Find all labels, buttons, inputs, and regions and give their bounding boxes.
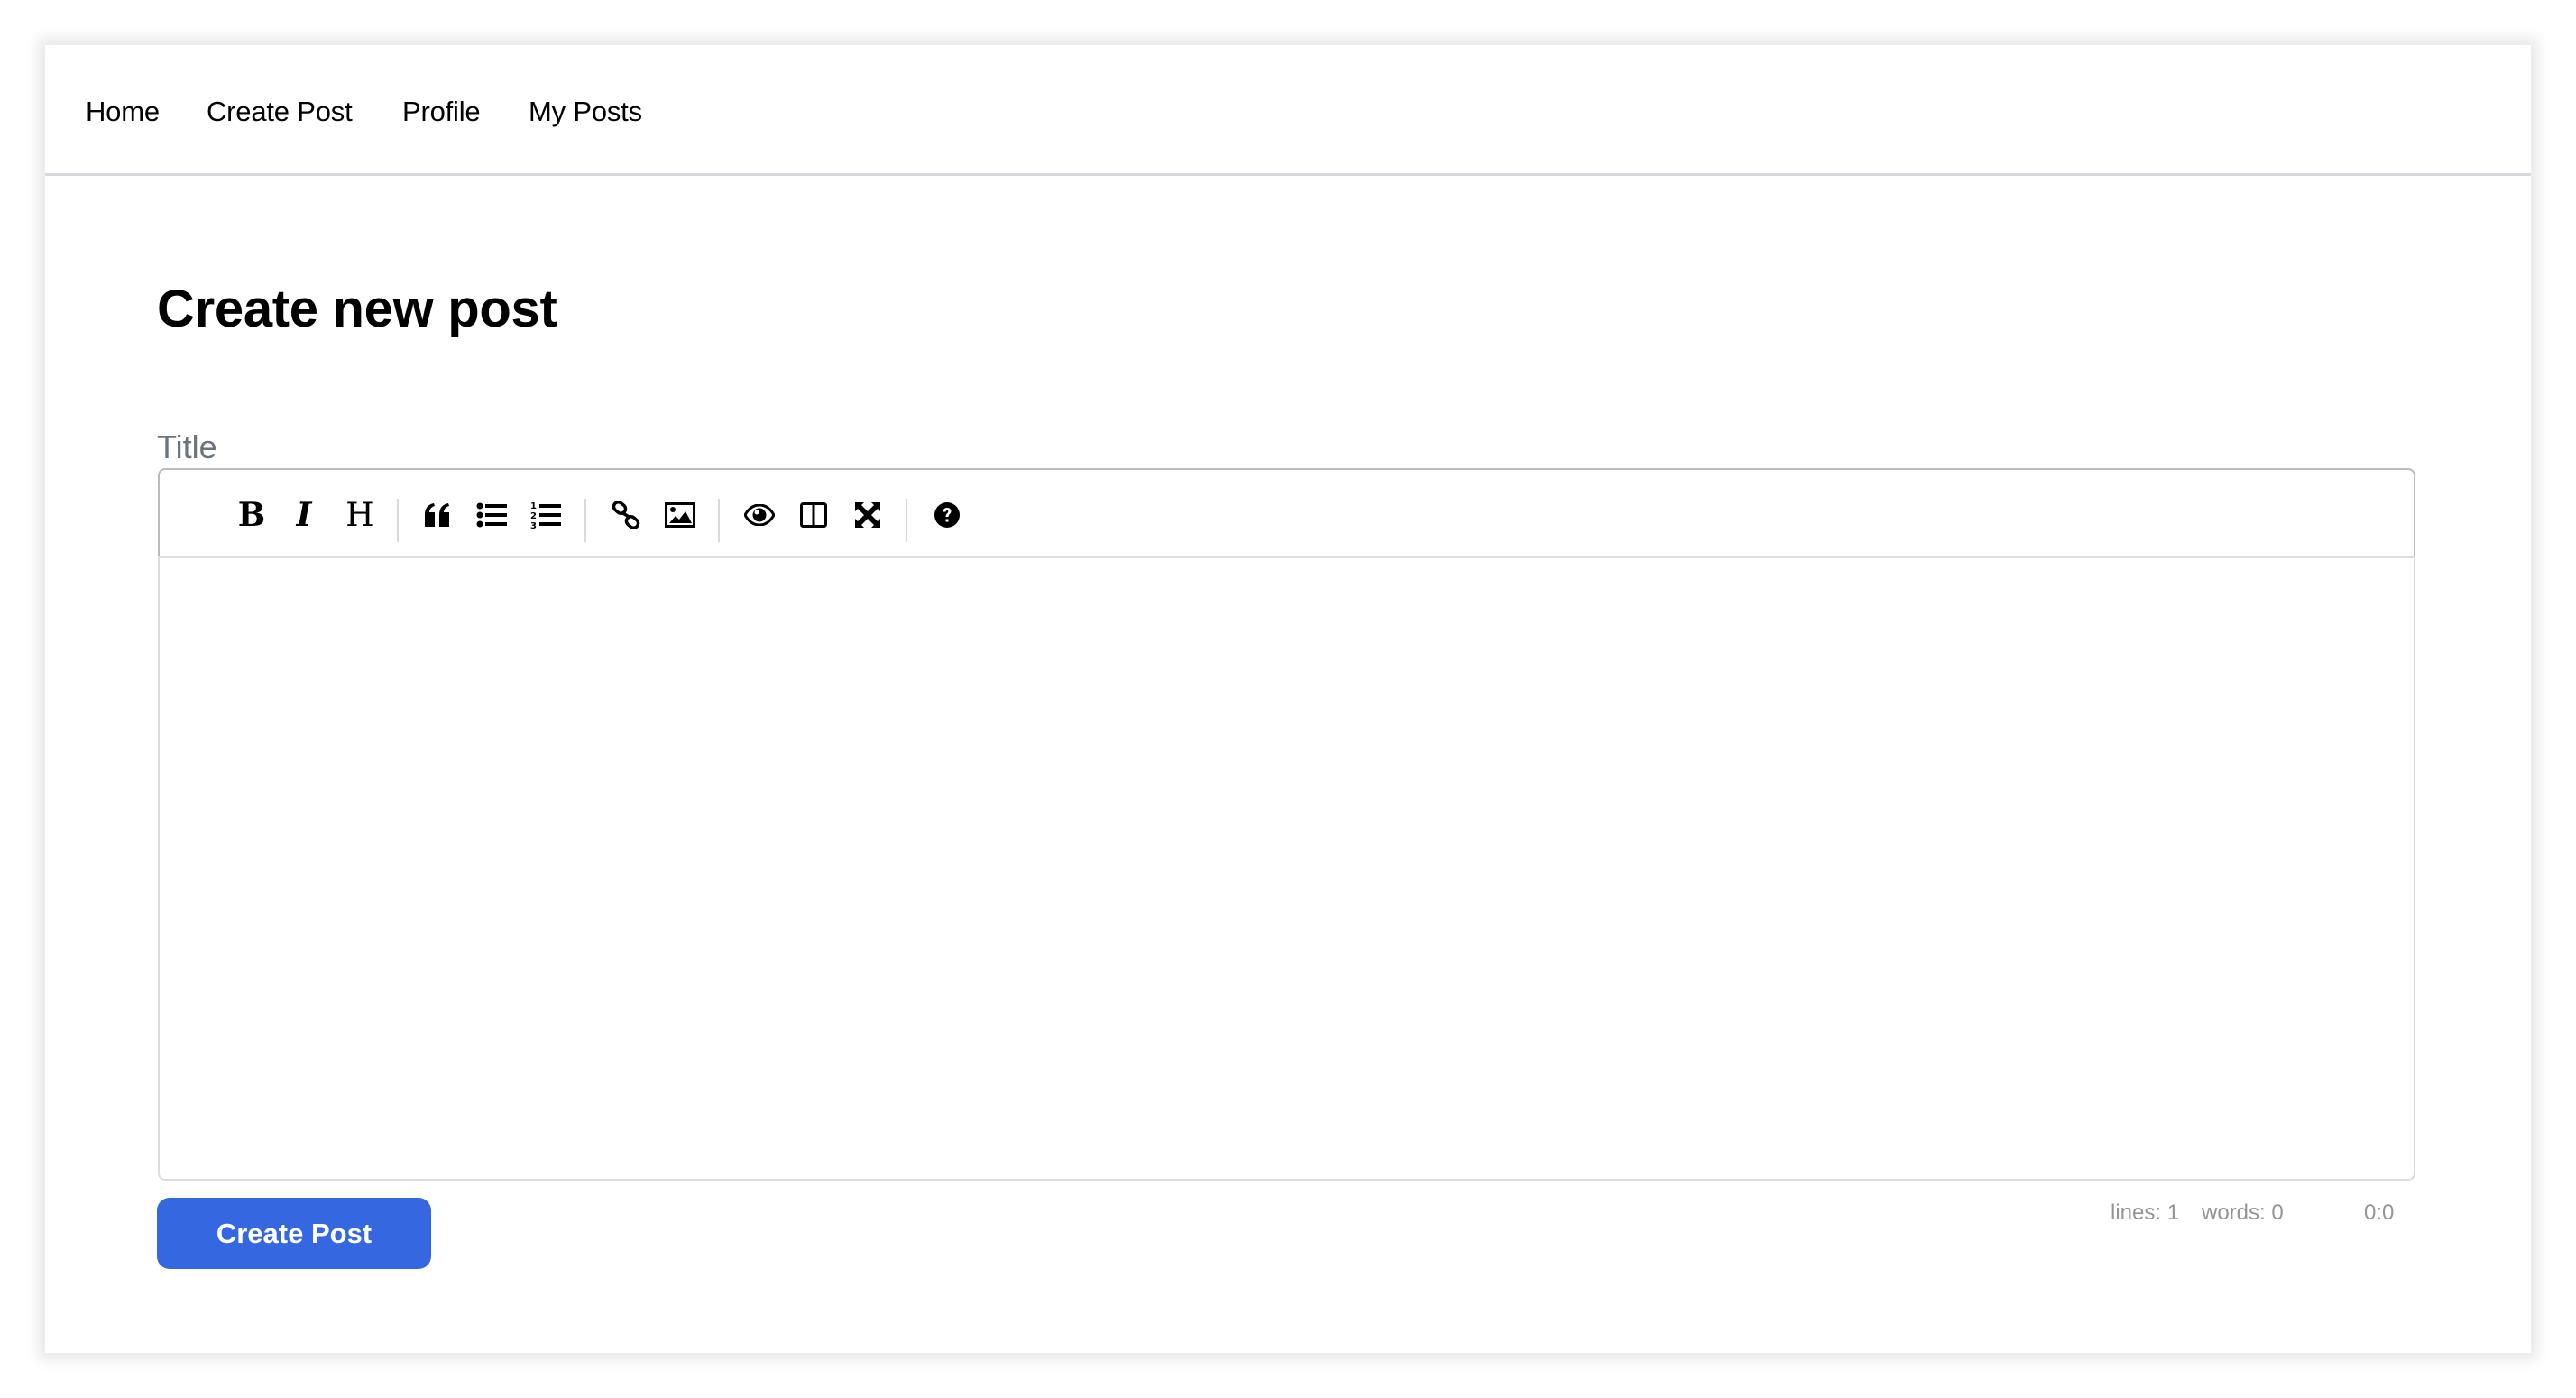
heading-button[interactable]: H bbox=[340, 495, 380, 535]
editor-textarea[interactable] bbox=[158, 556, 2415, 1181]
image-icon bbox=[665, 502, 695, 528]
heading-icon: H bbox=[345, 496, 374, 534]
nav-link-home[interactable]: Home bbox=[86, 96, 160, 128]
bold-icon: B bbox=[237, 496, 266, 534]
link-icon bbox=[612, 501, 640, 529]
link-button[interactable] bbox=[606, 495, 646, 535]
columns-icon bbox=[800, 502, 827, 528]
fullscreen-icon bbox=[855, 502, 880, 528]
nav-link-profile[interactable]: Profile bbox=[402, 96, 481, 128]
side-by-side-button[interactable] bbox=[794, 495, 833, 535]
nav-link-create-post[interactable]: Create Post bbox=[207, 96, 353, 128]
status-cursor: 0:0 bbox=[2364, 1200, 2395, 1225]
page-title: Create new post bbox=[157, 280, 557, 338]
fullscreen-button[interactable] bbox=[848, 495, 888, 535]
ordered-list-button[interactable]: 1 2 3 bbox=[526, 495, 566, 535]
image-button[interactable] bbox=[660, 495, 700, 535]
italic-icon: I bbox=[296, 496, 312, 534]
quote-icon bbox=[425, 503, 449, 527]
nav-link-my-posts[interactable]: My Posts bbox=[529, 96, 642, 128]
toolbar-separator bbox=[718, 499, 720, 542]
italic-button[interactable]: I bbox=[284, 495, 324, 535]
top-nav: Home Create Post Profile My Posts bbox=[45, 45, 2531, 176]
status-lines: lines: 1 bbox=[2111, 1200, 2180, 1225]
toolbar-separator bbox=[397, 499, 399, 542]
editor-toolbar: B I H 1 2 3 bbox=[158, 468, 2415, 556]
create-post-button[interactable]: Create Post bbox=[157, 1198, 431, 1269]
svg-text:3: 3 bbox=[530, 521, 537, 529]
unordered-list-icon bbox=[476, 502, 507, 528]
ordered-list-icon: 1 2 3 bbox=[530, 501, 561, 529]
unordered-list-button[interactable] bbox=[472, 495, 511, 535]
svg-text:2: 2 bbox=[530, 511, 537, 521]
bold-button[interactable]: B bbox=[232, 495, 271, 535]
app-window: Home Create Post Profile My Posts Create… bbox=[45, 45, 2531, 1353]
markdown-editor: B I H 1 2 3 lines: 1 words: 0 0:0 bbox=[158, 468, 2415, 1225]
preview-button[interactable] bbox=[740, 495, 779, 535]
toolbar-separator bbox=[906, 499, 907, 542]
eye-icon bbox=[744, 504, 775, 526]
status-words: words: 0 bbox=[2202, 1200, 2284, 1225]
toolbar-separator bbox=[584, 499, 586, 542]
question-circle-icon bbox=[934, 502, 960, 528]
svg-text:1: 1 bbox=[530, 501, 537, 511]
quote-button[interactable] bbox=[418, 495, 457, 535]
markdown-guide-button[interactable] bbox=[927, 495, 967, 535]
